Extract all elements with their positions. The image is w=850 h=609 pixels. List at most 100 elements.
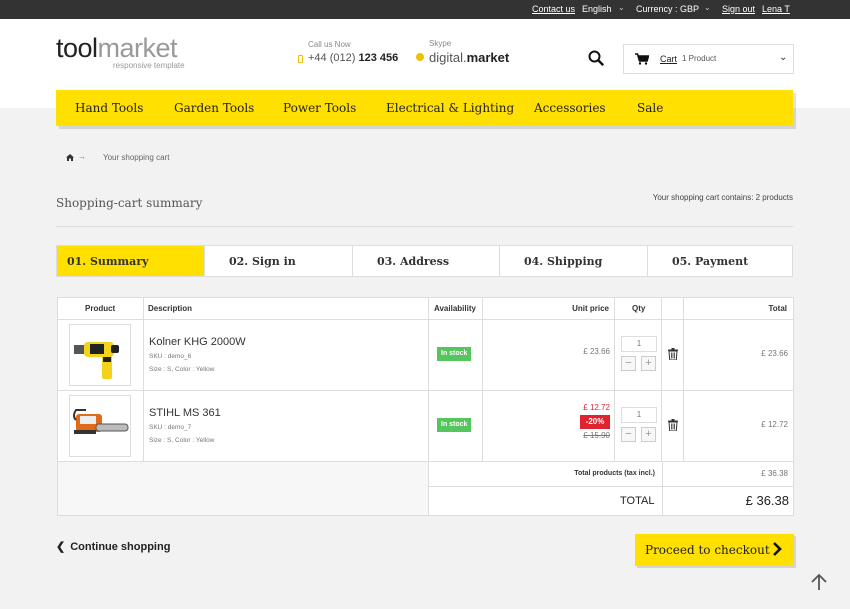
nav-sale[interactable]: Sale [637, 101, 663, 115]
currency-chevron-icon[interactable]: ⌄ [704, 3, 711, 12]
logo-tagline: responsive template [113, 61, 185, 70]
continue-shopping-link[interactable]: ❮ Continue shopping [56, 540, 170, 553]
trash-icon[interactable] [668, 348, 678, 360]
scroll-to-top-icon[interactable] [810, 573, 828, 591]
chevron-down-icon[interactable]: ⌄ [779, 52, 787, 63]
heat-gun-image [74, 342, 119, 379]
currency-selector[interactable]: Currency : GBP [636, 4, 699, 14]
step-summary[interactable]: 01. Summary [57, 246, 205, 276]
product-image[interactable] [69, 395, 131, 457]
product-image[interactable] [69, 324, 131, 386]
summary-total-products-row: Total products (tax incl.) £ 36.38 [429, 462, 793, 487]
product-name[interactable]: STIHL MS 361 [149, 407, 221, 419]
contact-link[interactable]: Contact us [532, 4, 575, 14]
step-shipping[interactable]: 04. Shipping [500, 246, 648, 276]
call-prefix: +44 (012) [308, 52, 356, 64]
step-payment[interactable]: 05. Payment [648, 246, 792, 276]
summary-divider [662, 462, 663, 486]
cart-contains-text: Your shopping cart contains: 2 products [652, 193, 793, 202]
product-name[interactable]: Kolner KHG 2000W [149, 336, 246, 348]
cart-table: Product Description Availability Unit pr… [57, 297, 794, 516]
summary-left-blank [58, 462, 429, 515]
trash-icon[interactable] [668, 419, 678, 431]
skype-label: Skype [429, 39, 452, 48]
page-title: Shopping-cart summary [56, 196, 203, 210]
language-selector[interactable]: English [582, 4, 612, 14]
skype-icon [416, 53, 424, 61]
qty-input[interactable]: 1 [621, 336, 657, 352]
step-sign-in[interactable]: 02. Sign in [205, 246, 353, 276]
nav-hand-tools[interactable]: Hand Tools [75, 101, 143, 115]
step-address[interactable]: 03. Address [353, 246, 500, 276]
language-chevron-icon[interactable]: ⌄ [618, 3, 625, 12]
total-label: TOTAL [620, 495, 655, 507]
row-total: £ 23.66 [761, 349, 788, 358]
chainsaw-image [73, 409, 129, 434]
logo-part-2: market [97, 33, 178, 63]
total-value: £ 36.38 [745, 493, 789, 508]
th-unit-price-label: Unit price [572, 304, 609, 313]
th-qty: Qty [615, 298, 662, 320]
qty-increase-button[interactable]: + [641, 356, 656, 371]
product-attrs: Size : S, Color : Yellow [149, 366, 215, 373]
th-total: Total [684, 298, 793, 320]
nav-electrical-lighting[interactable]: Electrical & Lighting [386, 101, 514, 115]
cell-qty [615, 391, 662, 461]
call-main: 123 456 [358, 52, 399, 64]
phone-icon [298, 55, 303, 63]
qty-decrease-button[interactable]: − [621, 427, 636, 442]
unit-price: £ 23.66 [583, 347, 610, 356]
step-label: 04. Shipping [524, 255, 603, 268]
main-nav: Hand Tools Garden Tools Power Tools Elec… [56, 90, 793, 126]
chevron-right-icon [773, 542, 782, 556]
qty-decrease-button[interactable]: − [621, 356, 636, 371]
th-delete [662, 298, 684, 320]
step-label: 05. Payment [672, 255, 749, 268]
step-label: 03. Address [377, 255, 450, 268]
th-qty-label: Qty [632, 304, 646, 313]
logo-part-1: tool [56, 33, 98, 63]
unit-price: £ 12.72 [583, 403, 610, 412]
skype-prefix: digital. [429, 50, 467, 65]
cell-qty [615, 320, 662, 390]
qty-increase-button[interactable]: + [641, 427, 656, 442]
nav-garden-tools[interactable]: Garden Tools [174, 101, 254, 115]
nav-accessories[interactable]: Accessories [534, 101, 606, 115]
site-logo[interactable]: toolmarket [56, 33, 178, 64]
th-product-label: Product [85, 304, 116, 313]
th-description: Description [144, 298, 429, 320]
th-product: Product [58, 298, 144, 320]
home-icon[interactable] [66, 154, 74, 161]
search-icon[interactable] [588, 50, 604, 66]
skype-main: market [466, 50, 510, 65]
row-total: £ 12.72 [761, 420, 788, 429]
summary-total-row: TOTAL £ 36.38 [429, 487, 793, 515]
cart-dropdown[interactable]: Cart 1 Product ⌄ [623, 44, 794, 74]
qty-input[interactable]: 1 [621, 407, 657, 423]
th-description-label: Description [148, 304, 193, 313]
nav-power-tools[interactable]: Power Tools [283, 101, 356, 115]
call-label: Call us Now [308, 40, 351, 49]
checkout-label: Proceed to checkout [645, 543, 770, 557]
top-bar: Contact us English ⌄ Currency : GBP ⌄ Si… [0, 0, 850, 19]
step-label: 01. Summary [67, 255, 149, 268]
signout-link[interactable]: Sign out [722, 4, 755, 14]
checkout-steps: 01. Summary 02. Sign in 03. Address 04. … [56, 245, 793, 277]
th-total-label: Total [768, 304, 787, 313]
skype-name: digital.market [429, 50, 509, 65]
breadcrumb-arrow-icon: → [78, 152, 86, 161]
cart-label[interactable]: Cart [660, 54, 677, 64]
step-label: 02. Sign in [229, 255, 296, 268]
summary-divider [662, 487, 663, 515]
chevron-left-icon: ❮ [56, 541, 66, 553]
stock-badge: In stock [437, 418, 472, 432]
th-unit-price: Unit price [483, 298, 615, 320]
table-row: Kolner KHG 2000W SKU : demo_6 Size : S, … [58, 320, 793, 391]
total-products-value: £ 36.38 [761, 469, 788, 478]
call-number: +44 (012) 123 456 [308, 52, 398, 64]
th-availability-label: Availability [434, 304, 476, 313]
proceed-to-checkout-button[interactable]: Proceed to checkout [635, 534, 794, 566]
user-account-link[interactable]: Lena T [762, 4, 790, 14]
breadcrumb-current: Your shopping cart [103, 153, 170, 162]
table-row: STIHL MS 361 SKU : demo_7 Size : S, Colo… [58, 391, 793, 462]
